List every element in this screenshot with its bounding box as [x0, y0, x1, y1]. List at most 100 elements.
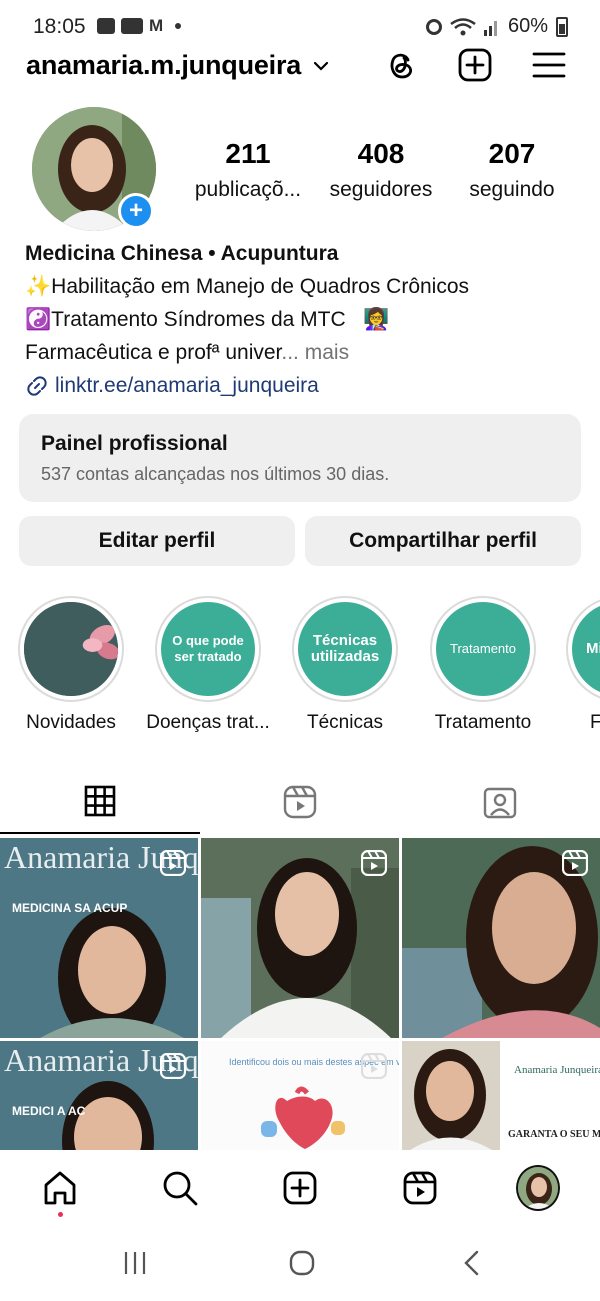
post-overlay-subtitle: MEDICI A AC	[12, 1104, 86, 1118]
nav-create[interactable]	[278, 1166, 322, 1210]
highlight-cover: Técnicas utilizadas	[298, 602, 392, 696]
tab-posts-grid[interactable]	[0, 770, 200, 834]
dashboard-title: Painel profissional	[41, 432, 228, 455]
teacher-emoji: 👩‍🏫	[363, 308, 390, 331]
nav-reels[interactable]	[398, 1166, 442, 1210]
plus-square-icon	[458, 48, 492, 82]
create-button[interactable]	[456, 46, 494, 84]
link-icon	[27, 375, 47, 396]
tagged-person-icon	[483, 787, 517, 819]
post-thumbnail[interactable]: Anamaria Junqueira GARANTA O SEU MOMENTO…	[402, 1041, 600, 1150]
professional-dashboard[interactable]: Painel profissional 537 contas alcançada…	[19, 414, 581, 502]
recent-apps-icon[interactable]	[122, 1250, 148, 1276]
posts-label: publicaçõ...	[194, 178, 302, 201]
posts-count: 211	[225, 138, 271, 169]
story-highlights: Novidades O que pode ser tratado Doenças…	[0, 596, 600, 746]
tab-tagged[interactable]	[400, 770, 600, 834]
highlight-item[interactable]: Novidades	[18, 596, 124, 733]
gmail-icon: M	[149, 16, 164, 35]
reel-badge-icon	[361, 850, 387, 876]
edit-profile-button[interactable]: Editar perfil	[19, 516, 295, 566]
chevron-down-icon	[314, 61, 329, 71]
reels-icon	[403, 1171, 437, 1205]
following-count: 207	[488, 138, 536, 169]
back-icon[interactable]	[460, 1249, 484, 1277]
highlight-label: Novidades	[26, 712, 116, 733]
youtube-icon	[121, 18, 143, 34]
more-notifications-dot	[175, 23, 182, 29]
status-time: 18:05	[33, 15, 86, 38]
post-thumbnail[interactable]: Identificou dois ou mais destes aspec em…	[201, 1041, 399, 1150]
stat-following[interactable]: 207 seguindo	[442, 138, 582, 202]
profile-header: anamaria.m.junqueira	[0, 44, 600, 92]
highlight-item[interactable]: O que pode ser tratado Doenças trat...	[146, 596, 270, 733]
account-switcher[interactable]: anamaria.m.junqueira	[26, 50, 331, 81]
highlight-label: Técnicas	[306, 712, 384, 733]
post-thumbnail[interactable]	[402, 838, 600, 1038]
search-icon	[163, 1171, 198, 1206]
dashboard-subtitle: 537 contas alcançadas nos últimos 30 dia…	[41, 464, 390, 484]
bio-line-2: ☯️Tratamento Síndromes da MTC 👩‍🏫	[25, 308, 390, 331]
stat-posts[interactable]: 211 publicaçõ...	[178, 138, 318, 202]
threads-icon	[390, 53, 412, 79]
followers-count: 408	[357, 138, 405, 169]
post-image: Anamaria Junqueira GARANTA O SEU MOMENTO…	[402, 1041, 600, 1150]
status-right: 60%	[425, 15, 568, 38]
highlight-item[interactable]: Técnicas utilizadas Técnicas	[292, 596, 398, 733]
nav-profile-avatar	[516, 1165, 560, 1211]
highlight-label: Tratamento	[434, 712, 532, 733]
home-notification-dot	[58, 1212, 63, 1217]
highlight-cover: O que pode ser tratado	[161, 602, 255, 696]
post-thumbnail[interactable]: Anamaria Junqueira MEDICI A AC	[0, 1041, 198, 1150]
highlight-label: Doenças trat...	[146, 712, 270, 733]
username: anamaria.m.junqueira	[26, 50, 302, 80]
bio-line-3: Farmacêutica e profª univer... mais	[25, 341, 350, 364]
post-overlay-subtitle: MEDICINA SA ACUP	[12, 901, 127, 915]
highlight-cover	[24, 602, 118, 696]
posts-grid: Anamaria Junqueira MEDICINA SA ACUP	[0, 838, 600, 1150]
flower-icon	[24, 602, 118, 696]
menu-button[interactable]	[530, 46, 568, 84]
signal-icon	[483, 20, 497, 36]
share-profile-button[interactable]: Compartilhar perfil	[305, 516, 581, 566]
highlight-item[interactable]: Mi for For	[566, 596, 600, 733]
profile-bio: Medicina Chinesa • Acupuntura ✨Habilitaç…	[25, 237, 585, 402]
nav-home[interactable]	[38, 1166, 82, 1210]
hamburger-menu-icon	[532, 52, 566, 78]
bio-more-link[interactable]: ... mais	[281, 341, 349, 364]
reel-badge-icon	[160, 850, 186, 876]
post-overlay-subtitle: GARANTA O SEU MOMENTO DE	[508, 1129, 600, 1140]
highlight-label: For	[590, 712, 600, 733]
notification-icons: M	[97, 16, 182, 35]
bio-line-1: ✨Habilitação em Manejo de Quadros Crônic…	[25, 275, 470, 298]
highlight-item[interactable]: Tratamento Tratamento	[430, 596, 536, 733]
add-story-button[interactable]: +	[118, 193, 154, 229]
home-circle-icon[interactable]	[288, 1249, 316, 1277]
reels-icon	[283, 785, 317, 819]
reel-badge-icon	[160, 1053, 186, 1079]
threads-button[interactable]	[382, 46, 420, 84]
grid-icon	[84, 785, 116, 817]
nav-profile[interactable]	[516, 1165, 560, 1211]
alarm-icon	[425, 18, 442, 35]
plus-square-icon	[283, 1171, 317, 1205]
gallery-icon	[97, 18, 115, 34]
post-overlay-title: Anamaria Junqueira	[514, 1064, 600, 1076]
profile-content-tabs	[0, 770, 600, 836]
bio-link-text: linktr.ee/anamaria_junqueira	[55, 374, 319, 397]
stat-followers[interactable]: 408 seguidores	[311, 138, 451, 202]
home-icon	[44, 1171, 76, 1205]
reel-badge-icon	[562, 850, 588, 876]
profile-name: Medicina Chinesa • Acupuntura	[25, 242, 339, 265]
system-navigation-bar	[0, 1230, 600, 1301]
highlight-cover: Tratamento	[436, 602, 530, 696]
post-thumbnail[interactable]	[201, 838, 399, 1038]
following-label: seguindo	[469, 178, 555, 201]
highlight-cover: Mi for	[572, 602, 600, 696]
tab-reels[interactable]	[200, 770, 400, 834]
wifi-icon	[450, 17, 476, 35]
bio-link[interactable]: linktr.ee/anamaria_junqueira	[25, 369, 585, 402]
nav-search[interactable]	[158, 1166, 202, 1210]
reel-badge-icon	[361, 1053, 387, 1079]
post-thumbnail[interactable]: Anamaria Junqueira MEDICINA SA ACUP	[0, 838, 198, 1038]
